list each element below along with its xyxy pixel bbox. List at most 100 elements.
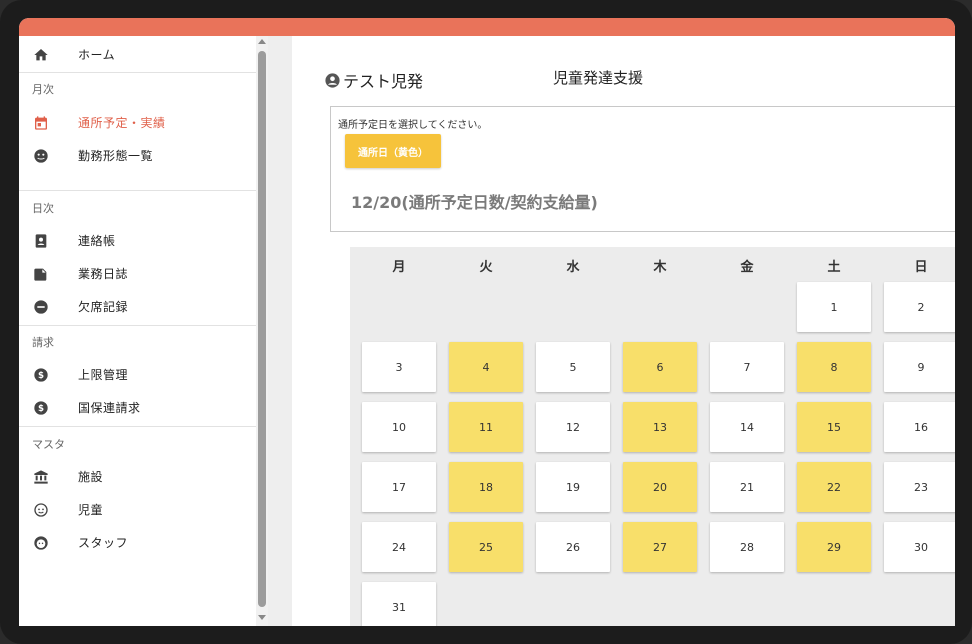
svg-text:$: $ — [38, 404, 44, 414]
divider — [19, 325, 256, 326]
sidebar-item-label: 国保連請求 — [78, 401, 141, 415]
calendar-day[interactable]: 10 — [362, 402, 436, 452]
sidebar-item-label: 欠席記録 — [78, 300, 129, 314]
child-name-text: テスト児発 — [343, 72, 424, 91]
section-label-monthly: 月次 — [32, 83, 54, 96]
section-label-daily: 日次 — [32, 202, 54, 215]
sidebar-item-children[interactable]: 児童 — [19, 493, 256, 526]
calendar-day[interactable]: 12 — [536, 402, 610, 452]
content-gutter — [268, 36, 292, 626]
calendar-day[interactable]: 16 — [884, 402, 955, 452]
calendar-day[interactable]: 9 — [884, 342, 955, 392]
attendance-count: 12/20(通所予定日数/契約支給量) — [351, 193, 598, 212]
calendar-day[interactable]: 6 — [623, 342, 697, 392]
calendar-day[interactable]: 15 — [797, 402, 871, 452]
dollar-circle-icon: $ — [33, 400, 49, 416]
calendar-day[interactable]: 3 — [362, 342, 436, 392]
sidebar: ホーム 月次 通所予定・実績 勤務形態一覧 日次 連絡帳 業務日誌 欠席記録 請… — [19, 36, 256, 626]
divider — [19, 72, 256, 73]
home-icon — [33, 47, 49, 63]
device-frame: ホーム 月次 通所予定・実績 勤務形態一覧 日次 連絡帳 業務日誌 欠席記録 請… — [0, 0, 972, 644]
sidebar-item-facility[interactable]: 施設 — [19, 460, 256, 493]
weekday-header: 金 — [740, 260, 754, 275]
calendar-day[interactable]: 2 — [884, 282, 955, 332]
scroll-down-arrow-icon[interactable] — [258, 615, 266, 620]
sidebar-item-limit-management[interactable]: $ 上限管理 — [19, 358, 256, 391]
divider — [19, 426, 256, 427]
sidebar-item-label: 施設 — [78, 470, 104, 484]
sidebar-item-label: 児童 — [78, 503, 104, 517]
app-top-bar — [19, 18, 955, 36]
sidebar-item-label: 連絡帳 — [78, 234, 116, 248]
weekday-header: 火 — [479, 260, 493, 275]
section-label-master: マスタ — [32, 438, 65, 451]
calendar-day[interactable]: 27 — [623, 522, 697, 572]
face-group-icon — [33, 148, 49, 164]
calendar-day[interactable]: 20 — [623, 462, 697, 512]
sidebar-item-contact-book[interactable]: 連絡帳 — [19, 224, 256, 257]
calendar-day[interactable]: 21 — [710, 462, 784, 512]
svg-text:$: $ — [38, 371, 44, 381]
calendar-day[interactable]: 8 — [797, 342, 871, 392]
scrollbar-thumb[interactable] — [258, 51, 266, 607]
person-face-icon — [33, 535, 49, 551]
sidebar-item-staff[interactable]: スタッフ — [19, 526, 256, 559]
calendar-day[interactable]: 1 — [797, 282, 871, 332]
calendar-day[interactable]: 5 — [536, 342, 610, 392]
calendar-day[interactable]: 24 — [362, 522, 436, 572]
calendar-day[interactable]: 26 — [536, 522, 610, 572]
calendar-day[interactable]: 29 — [797, 522, 871, 572]
calendar-day[interactable]: 13 — [623, 402, 697, 452]
calendar-day[interactable]: 23 — [884, 462, 955, 512]
calendar-day[interactable]: 14 — [710, 402, 784, 452]
weekday-header: 水 — [566, 260, 580, 275]
selection-hint: 通所予定日を選択してください。 — [338, 120, 488, 131]
service-name: 児童発達支援 — [553, 69, 644, 87]
dollar-circle-icon: $ — [33, 367, 49, 383]
sidebar-item-home[interactable]: ホーム — [19, 38, 256, 71]
contact-book-icon — [33, 233, 49, 249]
calendar-day[interactable]: 28 — [710, 522, 784, 572]
sidebar-item-label: 通所予定・実績 — [78, 116, 166, 130]
calendar-day[interactable]: 4 — [449, 342, 523, 392]
calendar-grid: 月火水木金土日 1 2 3 4 5 6 7 8 9 10 11 12 13 14 15 16 17 18 19 20 21… — [350, 247, 955, 626]
weekday-header: 月 — [392, 260, 406, 275]
sidebar-scrollbar[interactable] — [256, 36, 268, 626]
sidebar-item-attendance-plan[interactable]: 通所予定・実績 — [19, 106, 256, 139]
sidebar-item-work-log[interactable]: 業務日誌 — [19, 257, 256, 290]
sidebar-item-label: スタッフ — [78, 536, 129, 550]
calendar-icon — [33, 115, 49, 131]
sidebar-item-label: 勤務形態一覧 — [78, 149, 154, 163]
weekday-header: 木 — [653, 260, 667, 275]
divider — [19, 190, 256, 191]
sidebar-item-absence-record[interactable]: 欠席記録 — [19, 290, 256, 323]
calendar-day[interactable]: 7 — [710, 342, 784, 392]
scroll-up-arrow-icon[interactable] — [258, 39, 266, 44]
calendar-day[interactable]: 19 — [536, 462, 610, 512]
calendar-day[interactable]: 30 — [884, 522, 955, 572]
sidebar-item-work-schedule[interactable]: 勤務形態一覧 — [19, 139, 256, 172]
calendar-day[interactable]: 11 — [449, 402, 523, 452]
attendance-day-legend: 通所日（黄色） — [345, 134, 441, 168]
calendar-day[interactable]: 22 — [797, 462, 871, 512]
weekday-header: 日 — [914, 260, 928, 275]
sidebar-item-kokuho-billing[interactable]: $ 国保連請求 — [19, 391, 256, 424]
app-screen: ホーム 月次 通所予定・実績 勤務形態一覧 日次 連絡帳 業務日誌 欠席記録 請… — [19, 18, 955, 626]
main-content: テスト児発 児童発達支援 通所予定日を選択してください。 通所日（黄色） 12/… — [292, 36, 955, 626]
building-icon — [33, 469, 49, 485]
calendar-day[interactable]: 31 — [362, 582, 436, 626]
calendar-day[interactable]: 25 — [449, 522, 523, 572]
sidebar-item-label: ホーム — [78, 48, 116, 62]
minus-circle-icon — [33, 299, 49, 315]
account-circle-icon — [325, 72, 340, 88]
calendar-day[interactable]: 17 — [362, 462, 436, 512]
sidebar-item-label: 業務日誌 — [78, 267, 129, 281]
child-face-icon — [33, 502, 49, 518]
calendar-day[interactable]: 18 — [449, 462, 523, 512]
weekday-header: 土 — [827, 260, 841, 275]
attendance-selection-panel: 通所予定日を選択してください。 通所日（黄色） 12/20(通所予定日数/契約支… — [330, 106, 955, 232]
sidebar-item-label: 上限管理 — [78, 368, 129, 382]
note-icon — [33, 266, 49, 282]
section-label-billing: 請求 — [32, 336, 54, 349]
child-name: テスト児発 — [324, 68, 423, 92]
